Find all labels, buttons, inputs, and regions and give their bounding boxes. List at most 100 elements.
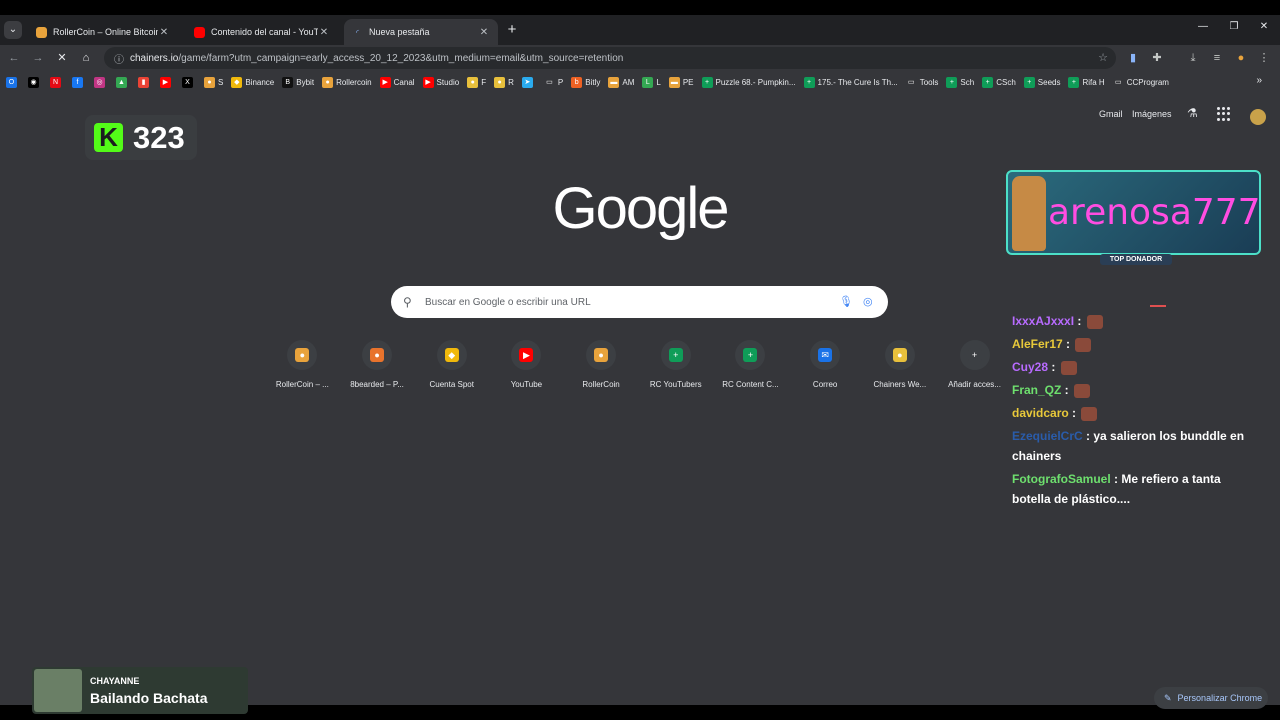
customize-chrome-button[interactable]: ✎ Personalizar Chrome bbox=[1154, 687, 1268, 709]
bookmark-item[interactable]: + Sch bbox=[946, 76, 975, 88]
labs-flask-icon[interactable]: ⚗ bbox=[1187, 106, 1198, 120]
bookmark-item[interactable]: + Seeds bbox=[1023, 76, 1060, 88]
shortcut-label: RC YouTubers bbox=[649, 380, 702, 389]
bookmark-item[interactable]: ▬ AM bbox=[608, 76, 635, 88]
bookmark-item[interactable]: ◆ Binance bbox=[231, 76, 274, 88]
bookmark-label: Sch bbox=[960, 77, 975, 87]
profile-avatar-icon[interactable]: ● bbox=[1234, 51, 1248, 65]
bookmark-item[interactable]: ● S bbox=[204, 76, 223, 88]
close-tab-icon[interactable]: ✕ bbox=[158, 27, 170, 38]
download-icon[interactable]: ⤓ bbox=[1186, 51, 1200, 65]
bookmark-item[interactable]: ◉ bbox=[28, 76, 42, 88]
bookmark-item[interactable]: + CSch bbox=[982, 76, 1016, 88]
bookmark-item[interactable]: ● R bbox=[494, 76, 514, 88]
media-control-icon[interactable]: ≡ bbox=[1210, 51, 1224, 65]
bookmark-item[interactable]: ▭ CCProgram bbox=[1112, 76, 1169, 88]
bookmark-item[interactable]: ◎ bbox=[94, 76, 108, 88]
bookmark-item[interactable]: ▶ Studio bbox=[422, 76, 460, 88]
chat-message: EzequielCrC : ya salieron los bunddle en… bbox=[1012, 429, 1245, 463]
bookmark-item[interactable]: X bbox=[182, 76, 196, 88]
album-art bbox=[34, 669, 82, 712]
bookmark-item[interactable]: ● Rollercoin bbox=[322, 76, 372, 88]
shortcut-tile[interactable]: + Añadir acces... bbox=[937, 340, 1012, 389]
shortcut-label: Correo bbox=[812, 380, 838, 389]
bookmark-favicon-icon: + bbox=[1068, 76, 1080, 88]
bookmark-item[interactable]: ▶ bbox=[160, 76, 174, 88]
bookmark-item[interactable]: O bbox=[6, 76, 20, 88]
close-tab-icon[interactable]: ✕ bbox=[318, 27, 330, 38]
bookmark-item[interactable]: ▭ Tools bbox=[905, 76, 939, 88]
chat-message: davidcaro : bbox=[1012, 403, 1252, 423]
more-bookmarks-icon[interactable]: » bbox=[1256, 75, 1262, 86]
bookmark-item[interactable]: B Bybit bbox=[282, 76, 314, 88]
bookmark-star-icon[interactable]: ☆ bbox=[1098, 51, 1108, 64]
bookmark-item[interactable]: ▬ PE bbox=[668, 76, 694, 88]
bookmark-item[interactable]: ▮ bbox=[138, 76, 152, 88]
extensions-puzzle-icon[interactable]: ✚ bbox=[1150, 51, 1164, 65]
shortcut-favicon-icon: ● bbox=[594, 348, 609, 362]
bookmark-item[interactable]: +175.- The Cure Is Th... bbox=[803, 76, 898, 88]
extension-icon[interactable]: ▮ bbox=[1126, 51, 1140, 65]
bookmark-favicon-icon: ▶ bbox=[379, 76, 391, 88]
bookmark-favicon-icon: ● bbox=[204, 76, 215, 88]
google-apps-icon[interactable] bbox=[1217, 107, 1231, 121]
bookmark-item[interactable]: ➤ bbox=[521, 76, 536, 88]
gmail-link[interactable]: Gmail bbox=[1099, 109, 1123, 119]
menu-kebab-icon[interactable]: ⋮ bbox=[1257, 51, 1271, 65]
tab-strip: ⌄ RollerCoin – Online Bitcoin Mining ✕ C… bbox=[0, 15, 1280, 45]
bookmark-label: Tools bbox=[919, 77, 939, 87]
bookmark-item[interactable]: ▶ Canal bbox=[379, 76, 415, 88]
shortcut-label: Cuenta Spot bbox=[429, 380, 474, 389]
shortcut-tile[interactable]: + RC Content C... bbox=[713, 340, 788, 389]
forward-icon[interactable]: → bbox=[30, 50, 46, 66]
address-bar[interactable]: ⓘ chainers.io/game/farm?utm_campaign=ear… bbox=[104, 47, 1116, 69]
voice-search-icon[interactable]: 🎙 bbox=[839, 295, 853, 308]
close-window-icon[interactable]: ✕ bbox=[1254, 21, 1274, 32]
search-input[interactable] bbox=[425, 296, 825, 308]
shortcut-tile[interactable]: ● Chainers We... bbox=[863, 340, 938, 389]
new-tab-button[interactable]: + bbox=[504, 21, 520, 38]
chat-username: AleFer17 bbox=[1012, 337, 1063, 351]
bookmark-favicon-icon: ▬ bbox=[668, 76, 680, 88]
bookmark-item[interactable]: + Puzzle 68.- Pumpkin... bbox=[701, 76, 796, 88]
account-avatar[interactable] bbox=[1250, 109, 1266, 125]
bookmark-label: Canal bbox=[393, 77, 415, 87]
shortcut-tile[interactable]: ● 8bearded – P... bbox=[340, 340, 415, 389]
bookmark-favicon-icon: ▬ bbox=[608, 76, 620, 88]
images-link[interactable]: Imágenes bbox=[1132, 109, 1172, 119]
shortcut-label: RollerCoin bbox=[582, 380, 620, 389]
shortcut-tile[interactable]: + RC YouTubers bbox=[638, 340, 713, 389]
bookmark-item[interactable]: LL bbox=[642, 76, 661, 88]
close-tab-icon[interactable]: ✕ bbox=[478, 27, 490, 38]
search-box[interactable]: ⚲ 🎙 ◎ bbox=[391, 286, 888, 318]
minimize-icon[interactable]: — bbox=[1193, 21, 1213, 32]
bookmark-label: AM bbox=[622, 77, 635, 87]
maximize-icon[interactable]: ❐ bbox=[1224, 21, 1244, 32]
shortcut-favicon-icon: ● bbox=[892, 348, 907, 362]
shortcut-tile[interactable]: ▶ YouTube bbox=[489, 340, 564, 389]
tab-search-button[interactable]: ⌄ bbox=[4, 21, 22, 39]
bookmark-item[interactable]: ▲ bbox=[116, 76, 130, 88]
bookmark-item[interactable]: ● F bbox=[467, 76, 486, 88]
tab-new-tab[interactable]: ◜ Nueva pestaña ✕ bbox=[344, 19, 498, 45]
shortcut-tile[interactable]: ✉ Correo bbox=[788, 340, 863, 389]
home-icon[interactable]: ⌂ bbox=[78, 50, 94, 66]
shortcut-favicon-icon: ◆ bbox=[444, 348, 459, 362]
bookmark-item[interactable]: f bbox=[72, 76, 86, 88]
shortcut-tile[interactable]: ● RollerCoin – ... bbox=[265, 340, 340, 389]
bookmark-item[interactable]: ▭ P bbox=[543, 76, 563, 88]
back-icon[interactable]: ← bbox=[6, 50, 22, 66]
shortcut-tile[interactable]: ◆ Cuenta Spot bbox=[414, 340, 489, 389]
stop-loading-icon[interactable]: ✕ bbox=[54, 50, 70, 66]
shortcut-favicon-icon: ▶ bbox=[519, 348, 534, 362]
tab-rollercoin[interactable]: RollerCoin – Online Bitcoin Mining ✕ bbox=[28, 19, 178, 45]
lens-search-icon[interactable]: ◎ bbox=[863, 295, 873, 308]
shortcut-tile[interactable]: ● RollerCoin bbox=[564, 340, 639, 389]
bookmark-item[interactable]: + Rifa H bbox=[1068, 76, 1105, 88]
bookmark-label: CCProgram bbox=[1126, 77, 1169, 87]
tab-youtube[interactable]: Contenido del canal - YouTube ✕ bbox=[186, 19, 338, 45]
bookmark-label: Studio bbox=[436, 77, 460, 87]
bookmark-item[interactable]: b Bitly bbox=[571, 76, 600, 88]
bookmark-item[interactable]: N bbox=[50, 76, 64, 88]
site-info-icon[interactable]: ⓘ bbox=[110, 51, 128, 66]
